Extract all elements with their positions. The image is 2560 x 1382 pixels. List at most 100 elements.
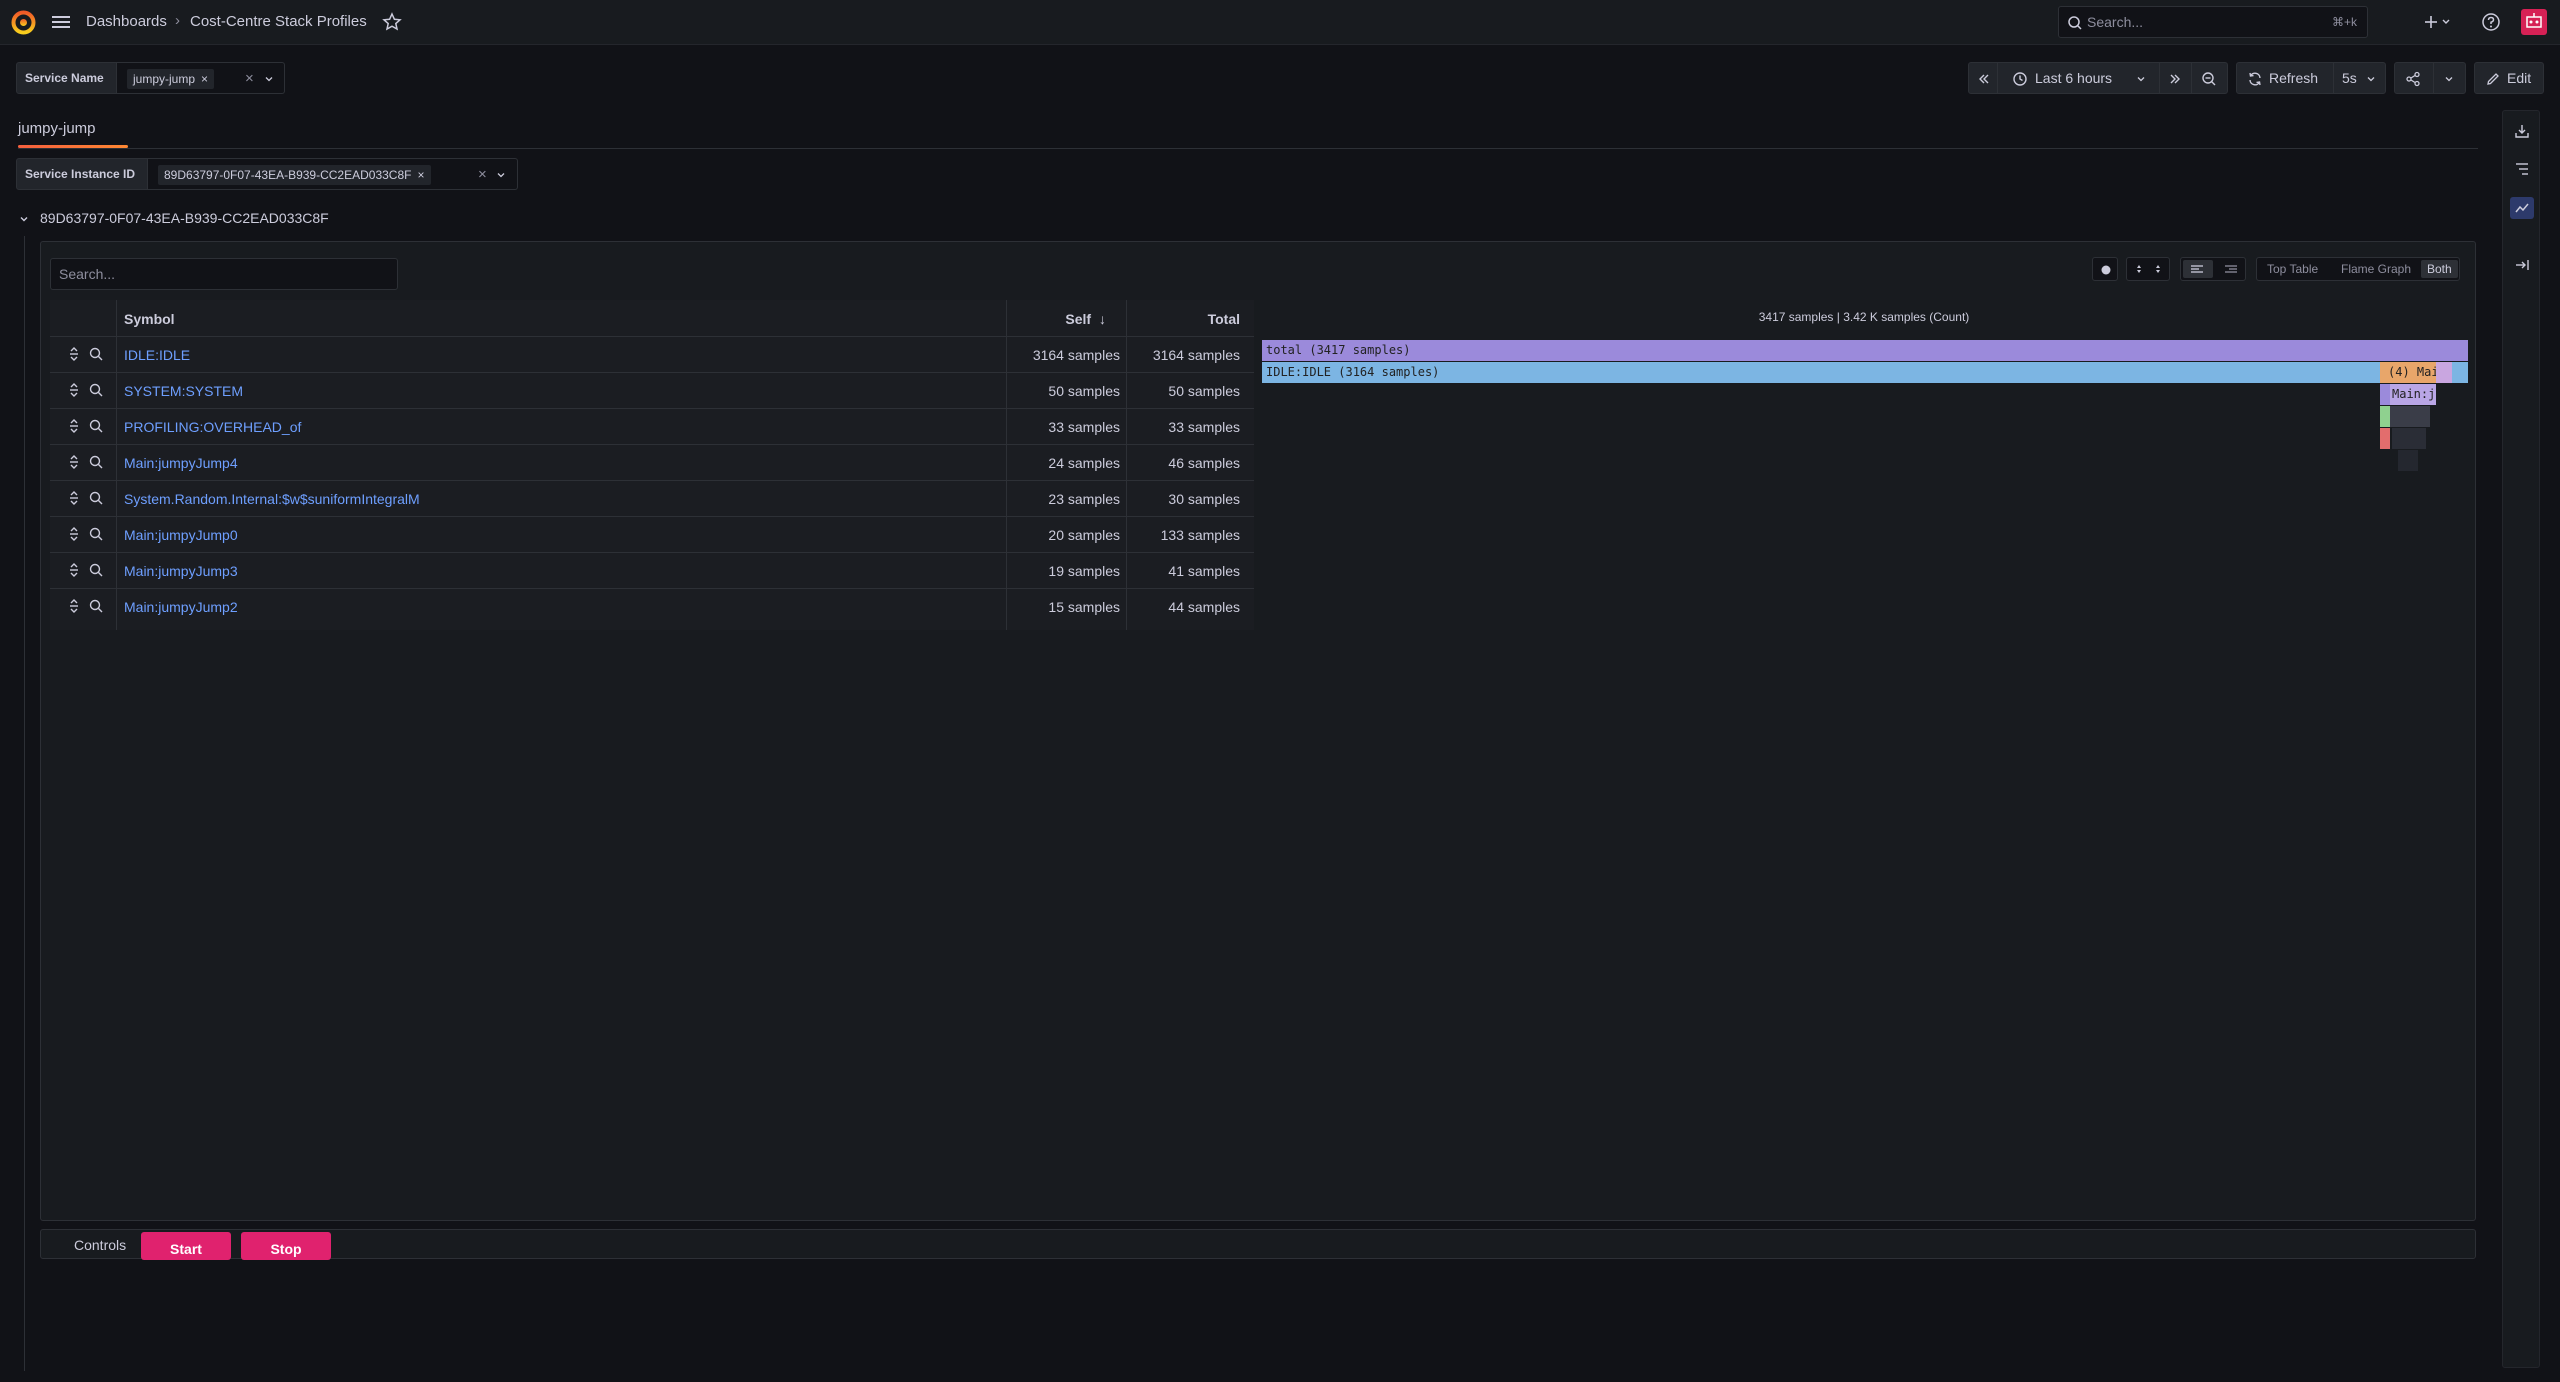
grafana-logo-icon[interactable] [11, 10, 36, 35]
table-row[interactable]: Main:jumpyJump2 15 samples 44 samples [50, 588, 1254, 624]
flame-frame-small[interactable] [2392, 428, 2426, 449]
service-instance-select[interactable]: 89D63797-0F07-43EA-B939-CC2EAD033C8F × × [148, 158, 518, 190]
search-icon[interactable] [88, 490, 104, 506]
edit-button[interactable]: Edit [2474, 62, 2544, 94]
symbol-link[interactable]: Main:jumpyJump3 [124, 553, 238, 589]
clear-icon[interactable]: × [245, 70, 254, 87]
total-cell: 30 samples [1168, 491, 1240, 507]
column-header-self[interactable]: Self ↓ [1006, 300, 1106, 336]
right-sidebar [2502, 110, 2540, 1368]
flame-frame-small[interactable] [2398, 450, 2418, 471]
chevron-down-icon[interactable] [495, 169, 507, 181]
collapse-expand-icon[interactable] [66, 382, 82, 398]
flame-frame-small[interactable] [2452, 362, 2468, 383]
flame-frame-small[interactable] [2380, 428, 2390, 449]
view-top-table-button[interactable]: Top Table [2261, 260, 2324, 278]
flame-frame-idle[interactable]: IDLE:IDLE (3164 samples) [1262, 362, 2380, 383]
tab-jumpy-jump[interactable]: jumpy-jump [18, 120, 96, 137]
flame-frame-small[interactable] [2380, 384, 2390, 405]
menu-icon[interactable] [50, 12, 72, 32]
view-flame-graph-button[interactable]: Flame Graph [2335, 260, 2417, 278]
symbol-link[interactable]: SYSTEM:SYSTEM [124, 373, 243, 409]
symbol-link[interactable]: Main:jumpyJump4 [124, 445, 238, 481]
service-instance-label: Service Instance ID [16, 158, 148, 190]
align-right-button[interactable] [2215, 260, 2245, 278]
table-row[interactable]: Main:jumpyJump0 20 samples 133 samples [50, 516, 1254, 552]
color-scheme-button[interactable] [2092, 257, 2118, 281]
flame-frame-small[interactable] [2390, 406, 2430, 427]
breadcrumb-current-dashboard: Cost-Centre Stack Profiles [190, 13, 367, 30]
collapse-sidebar-icon[interactable] [2512, 255, 2532, 275]
flame-frame-total[interactable]: total (3417 samples) [1262, 340, 2468, 361]
flame-frame-grouped[interactable]: (4) Mai [2386, 362, 2436, 383]
sort-icon[interactable] [2151, 262, 2165, 276]
table-row[interactable]: Main:jumpyJump3 19 samples 41 samples [50, 552, 1254, 588]
row-title[interactable]: 89D63797-0F07-43EA-B939-CC2EAD033C8F [40, 210, 329, 226]
star-icon[interactable] [382, 12, 402, 32]
collapse-expand-icon[interactable] [66, 490, 82, 506]
symbol-link[interactable]: PROFILING:OVERHEAD_of [124, 409, 301, 445]
time-range-picker[interactable]: Last 6 hours [2035, 70, 2112, 86]
table-row[interactable]: Main:jumpyJump4 24 samples 46 samples [50, 444, 1254, 480]
flamegraph-canvas[interactable]: total (3417 samples) IDLE:IDLE (3164 sam… [1262, 340, 2470, 490]
service-instance-chip[interactable]: 89D63797-0F07-43EA-B939-CC2EAD033C8F × [158, 165, 431, 185]
search-icon[interactable] [88, 418, 104, 434]
table-row[interactable]: PROFILING:OVERHEAD_of 33 samples 33 sample… [50, 408, 1254, 444]
table-row[interactable]: SYSTEM:SYSTEM 50 samples 50 samples [50, 372, 1254, 408]
total-cell: 3164 samples [1152, 347, 1240, 363]
collapse-expand-icon[interactable] [66, 418, 82, 434]
user-avatar[interactable] [2521, 9, 2547, 35]
search-icon[interactable] [88, 598, 104, 614]
insights-tab[interactable] [2510, 197, 2534, 219]
search-icon[interactable] [88, 346, 104, 362]
service-name-select[interactable]: jumpy-jump × × [117, 62, 285, 94]
collapse-expand-icon[interactable] [66, 562, 82, 578]
add-new-button[interactable] [2422, 11, 2456, 33]
symbol-link[interactable]: Main:jumpyJump0 [124, 517, 238, 553]
export-icon[interactable] [2512, 121, 2532, 141]
help-icon[interactable] [2480, 11, 2502, 33]
chevron-down-icon[interactable] [2443, 73, 2455, 85]
flame-frame-main[interactable]: Main:j [2390, 384, 2436, 405]
collapse-expand-icon[interactable] [66, 598, 82, 614]
view-both-button[interactable]: Both [2421, 260, 2458, 278]
search-icon[interactable] [88, 526, 104, 542]
time-forward-icon[interactable] [2168, 72, 2182, 86]
remove-chip-icon[interactable]: × [201, 72, 208, 86]
align-left-button[interactable] [2183, 260, 2213, 278]
breadcrumb-dashboards[interactable]: Dashboards [86, 13, 167, 30]
row-collapse-chevron-icon[interactable] [18, 213, 30, 225]
start-button[interactable]: Start [141, 1232, 231, 1260]
remove-chip-icon[interactable]: × [417, 168, 424, 182]
column-header-symbol[interactable]: Symbol [124, 300, 175, 336]
table-row[interactable]: IDLE:IDLE 3164 samples 3164 samples [50, 336, 1254, 372]
flame-frame-small[interactable] [2436, 362, 2452, 383]
search-icon[interactable] [88, 382, 104, 398]
sort-icon[interactable] [2132, 262, 2146, 276]
service-name-chip[interactable]: jumpy-jump × [127, 69, 215, 89]
chevron-down-icon[interactable] [263, 73, 275, 85]
zoom-out-icon[interactable] [2201, 71, 2217, 87]
search-icon[interactable] [88, 454, 104, 470]
symbol-link[interactable]: System.Random.Internal:$w$suniformIntegr… [124, 481, 420, 517]
search-icon[interactable] [88, 562, 104, 578]
stop-button[interactable]: Stop [241, 1232, 331, 1260]
collapse-expand-icon[interactable] [66, 454, 82, 470]
service-name-label: Service Name [16, 62, 117, 94]
column-header-total[interactable]: Total [1126, 300, 1240, 336]
time-back-icon[interactable] [1977, 72, 1991, 86]
refresh-button[interactable]: Refresh [2269, 70, 2318, 86]
clear-icon[interactable]: × [478, 166, 487, 183]
table-row[interactable]: System.Random.Internal:$w$suniformIntegr… [50, 480, 1254, 516]
collapse-expand-icon[interactable] [66, 346, 82, 362]
collapse-expand-icon[interactable] [66, 526, 82, 542]
flame-frame-small[interactable] [2380, 406, 2390, 427]
symbol-link[interactable]: IDLE:IDLE [124, 337, 190, 373]
outline-icon[interactable] [2512, 159, 2532, 179]
total-cell: 46 samples [1168, 455, 1240, 471]
symbol-link[interactable]: Main:jumpyJump2 [124, 589, 238, 625]
symbol-search-input[interactable] [50, 258, 398, 290]
refresh-interval-picker[interactable]: 5s [2342, 70, 2357, 86]
global-search-input[interactable]: Search... ⌘+k [2058, 6, 2368, 38]
share-icon[interactable] [2405, 71, 2421, 87]
